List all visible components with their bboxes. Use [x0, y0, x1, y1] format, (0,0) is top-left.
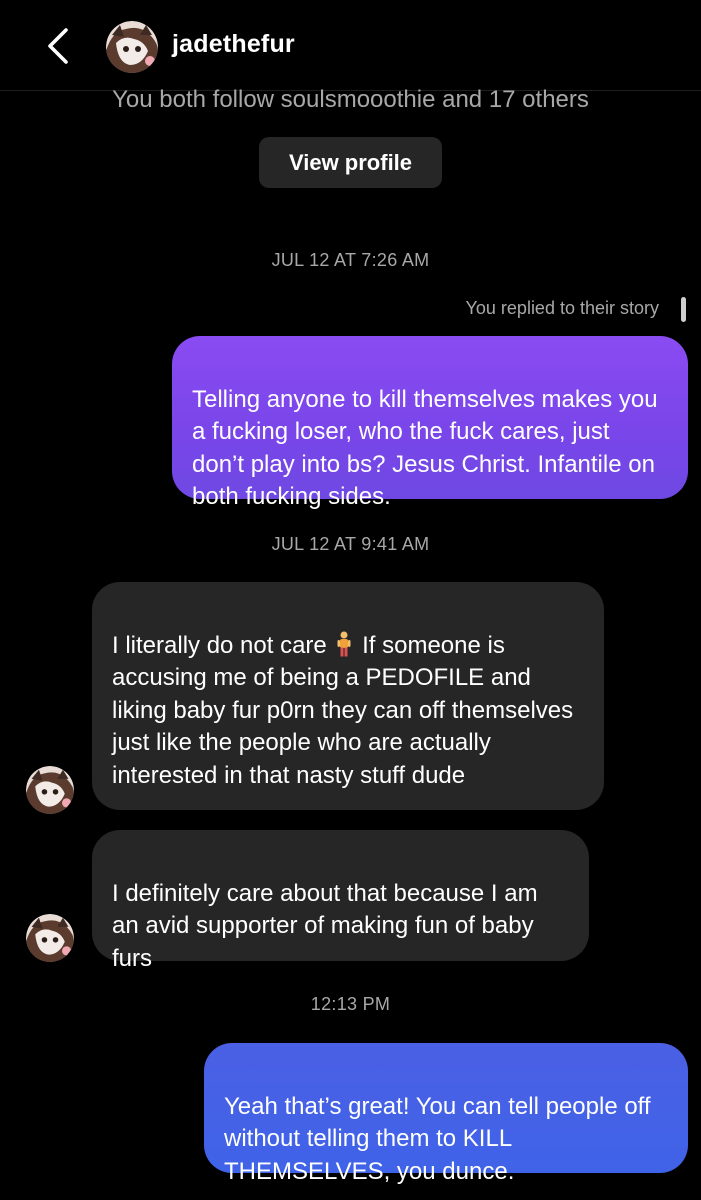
chat-username[interactable]: jadethefur — [172, 30, 295, 59]
timestamp-2: JUL 12 AT 9:41 AM — [271, 534, 430, 554]
message-text: Yeah that’s great! You can tell people o… — [224, 1092, 651, 1185]
sent-message-bubble[interactable]: Yeah that’s great! You can tell people o… — [204, 1043, 688, 1185]
dm-thread-screen: jadethefur You both follow soulsmooothie… — [0, 0, 701, 1200]
view-profile-button[interactable]: View profile — [259, 137, 442, 188]
avatar[interactable] — [26, 766, 74, 814]
sent-message-bubble[interactable]: Telling anyone to kill themselves makes … — [172, 336, 688, 510]
message-text: I literally do not care — [112, 631, 334, 659]
avatar[interactable] — [106, 21, 158, 73]
timestamp-1: JUL 12 AT 7:26 AM — [271, 250, 430, 270]
chat-header: jadethefur — [0, 0, 701, 91]
mutual-follow-info: You both follow soulsmooothie and 17 oth… — [112, 86, 589, 113]
received-message-bubble[interactable]: I literally do not care If someone is ac… — [92, 582, 604, 810]
story-reply-note: You replied to their story — [465, 298, 659, 318]
message-text: Telling anyone to kill themselves makes … — [192, 385, 658, 511]
message-text: I definitely care about that because I a… — [112, 879, 538, 972]
avatar[interactable] — [26, 914, 74, 962]
chevron-left-icon — [48, 28, 68, 64]
standing-man-emoji — [337, 631, 351, 656]
received-message-bubble[interactable]: I definitely care about that because I a… — [92, 830, 589, 972]
story-reply-indicator[interactable] — [681, 297, 686, 322]
back-button[interactable] — [40, 26, 80, 66]
timestamp-3: 12:13 PM — [310, 994, 391, 1014]
